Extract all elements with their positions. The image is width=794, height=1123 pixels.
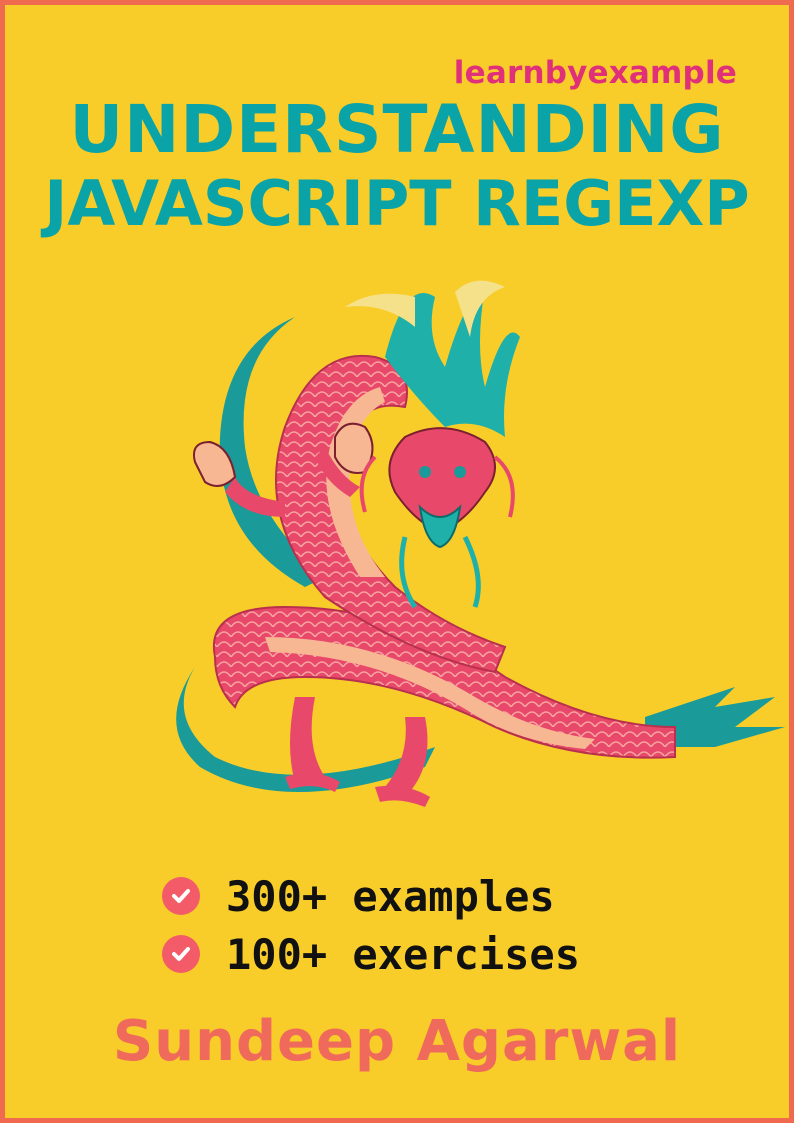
title-line-1: UNDERSTANDING <box>69 91 725 168</box>
check-circle-icon <box>162 877 200 915</box>
feature-text: 300+ examples <box>226 871 555 921</box>
feature-list: 300+ examples 100+ exercises <box>162 867 580 983</box>
publisher-brand: learnbyexample <box>453 55 737 91</box>
check-circle-icon <box>162 935 200 973</box>
book-cover: learnbyexample UNDERSTANDING JAVASCRIPT … <box>5 5 789 1118</box>
feature-item: 300+ examples <box>162 867 580 925</box>
feature-text: 100+ exercises <box>226 929 581 979</box>
feature-item: 100+ exercises <box>162 925 580 983</box>
author-name: Sundeep Agarwal <box>112 1009 682 1074</box>
dragon-illustration <box>176 280 785 807</box>
title-line-2: JAVASCRIPT REGEXP <box>44 167 750 240</box>
